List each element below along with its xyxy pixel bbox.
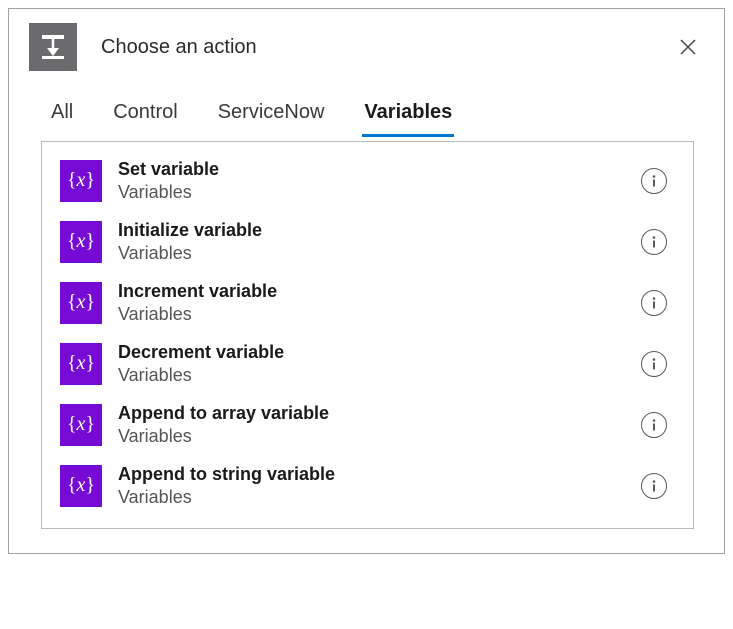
tabs-row: All Control ServiceNow Variables <box>9 77 724 137</box>
variables-icon: {x} <box>60 160 102 202</box>
info-icon <box>648 418 660 432</box>
action-increment-variable[interactable]: {x} Increment variable Variables <box>52 272 683 333</box>
info-button[interactable] <box>641 229 667 255</box>
action-text: Increment variable Variables <box>118 280 641 325</box>
action-decrement-variable[interactable]: {x} Decrement variable Variables <box>52 333 683 394</box>
variables-icon: {x} <box>60 404 102 446</box>
action-subtitle: Variables <box>118 303 641 326</box>
info-button[interactable] <box>641 351 667 377</box>
close-icon <box>679 38 697 56</box>
info-button[interactable] <box>641 168 667 194</box>
info-icon <box>648 357 660 371</box>
close-button[interactable] <box>672 31 704 63</box>
variables-icon: {x} <box>60 343 102 385</box>
info-icon <box>648 296 660 310</box>
action-set-variable[interactable]: {x} Set variable Variables <box>52 150 683 211</box>
action-append-array-variable[interactable]: {x} Append to array variable Variables <box>52 394 683 455</box>
action-subtitle: Variables <box>118 242 641 265</box>
tab-all[interactable]: All <box>49 95 75 137</box>
variables-icon: {x} <box>60 221 102 263</box>
action-text: Set variable Variables <box>118 158 641 203</box>
dialog-header: Choose an action <box>9 9 724 77</box>
action-title: Append to string variable <box>118 463 641 486</box>
actions-list: {x} Set variable Variables {x} Initializ… <box>41 141 694 529</box>
tab-servicenow[interactable]: ServiceNow <box>216 95 327 137</box>
variables-icon: {x} <box>60 465 102 507</box>
action-subtitle: Variables <box>118 486 641 509</box>
action-append-string-variable[interactable]: {x} Append to string variable Variables <box>52 455 683 516</box>
info-icon <box>648 235 660 249</box>
action-subtitle: Variables <box>118 425 641 448</box>
action-subtitle: Variables <box>118 364 641 387</box>
info-button[interactable] <box>641 412 667 438</box>
action-title: Set variable <box>118 158 641 181</box>
action-text: Append to string variable Variables <box>118 463 641 508</box>
action-title: Increment variable <box>118 280 641 303</box>
tab-variables[interactable]: Variables <box>362 95 454 137</box>
dialog-title: Choose an action <box>101 36 672 59</box>
choose-action-dialog: Choose an action All Control ServiceNow … <box>8 8 725 554</box>
action-initialize-variable[interactable]: {x} Initialize variable Variables <box>52 211 683 272</box>
info-button[interactable] <box>641 473 667 499</box>
action-title: Initialize variable <box>118 219 641 242</box>
info-icon <box>648 174 660 188</box>
info-button[interactable] <box>641 290 667 316</box>
action-text: Append to array variable Variables <box>118 402 641 447</box>
action-text: Decrement variable Variables <box>118 341 641 386</box>
variables-icon: {x} <box>60 282 102 324</box>
info-icon <box>648 479 660 493</box>
action-text: Initialize variable Variables <box>118 219 641 264</box>
action-title: Append to array variable <box>118 402 641 425</box>
action-header-icon <box>29 23 77 71</box>
action-subtitle: Variables <box>118 181 641 204</box>
action-title: Decrement variable <box>118 341 641 364</box>
tab-control[interactable]: Control <box>111 95 179 137</box>
